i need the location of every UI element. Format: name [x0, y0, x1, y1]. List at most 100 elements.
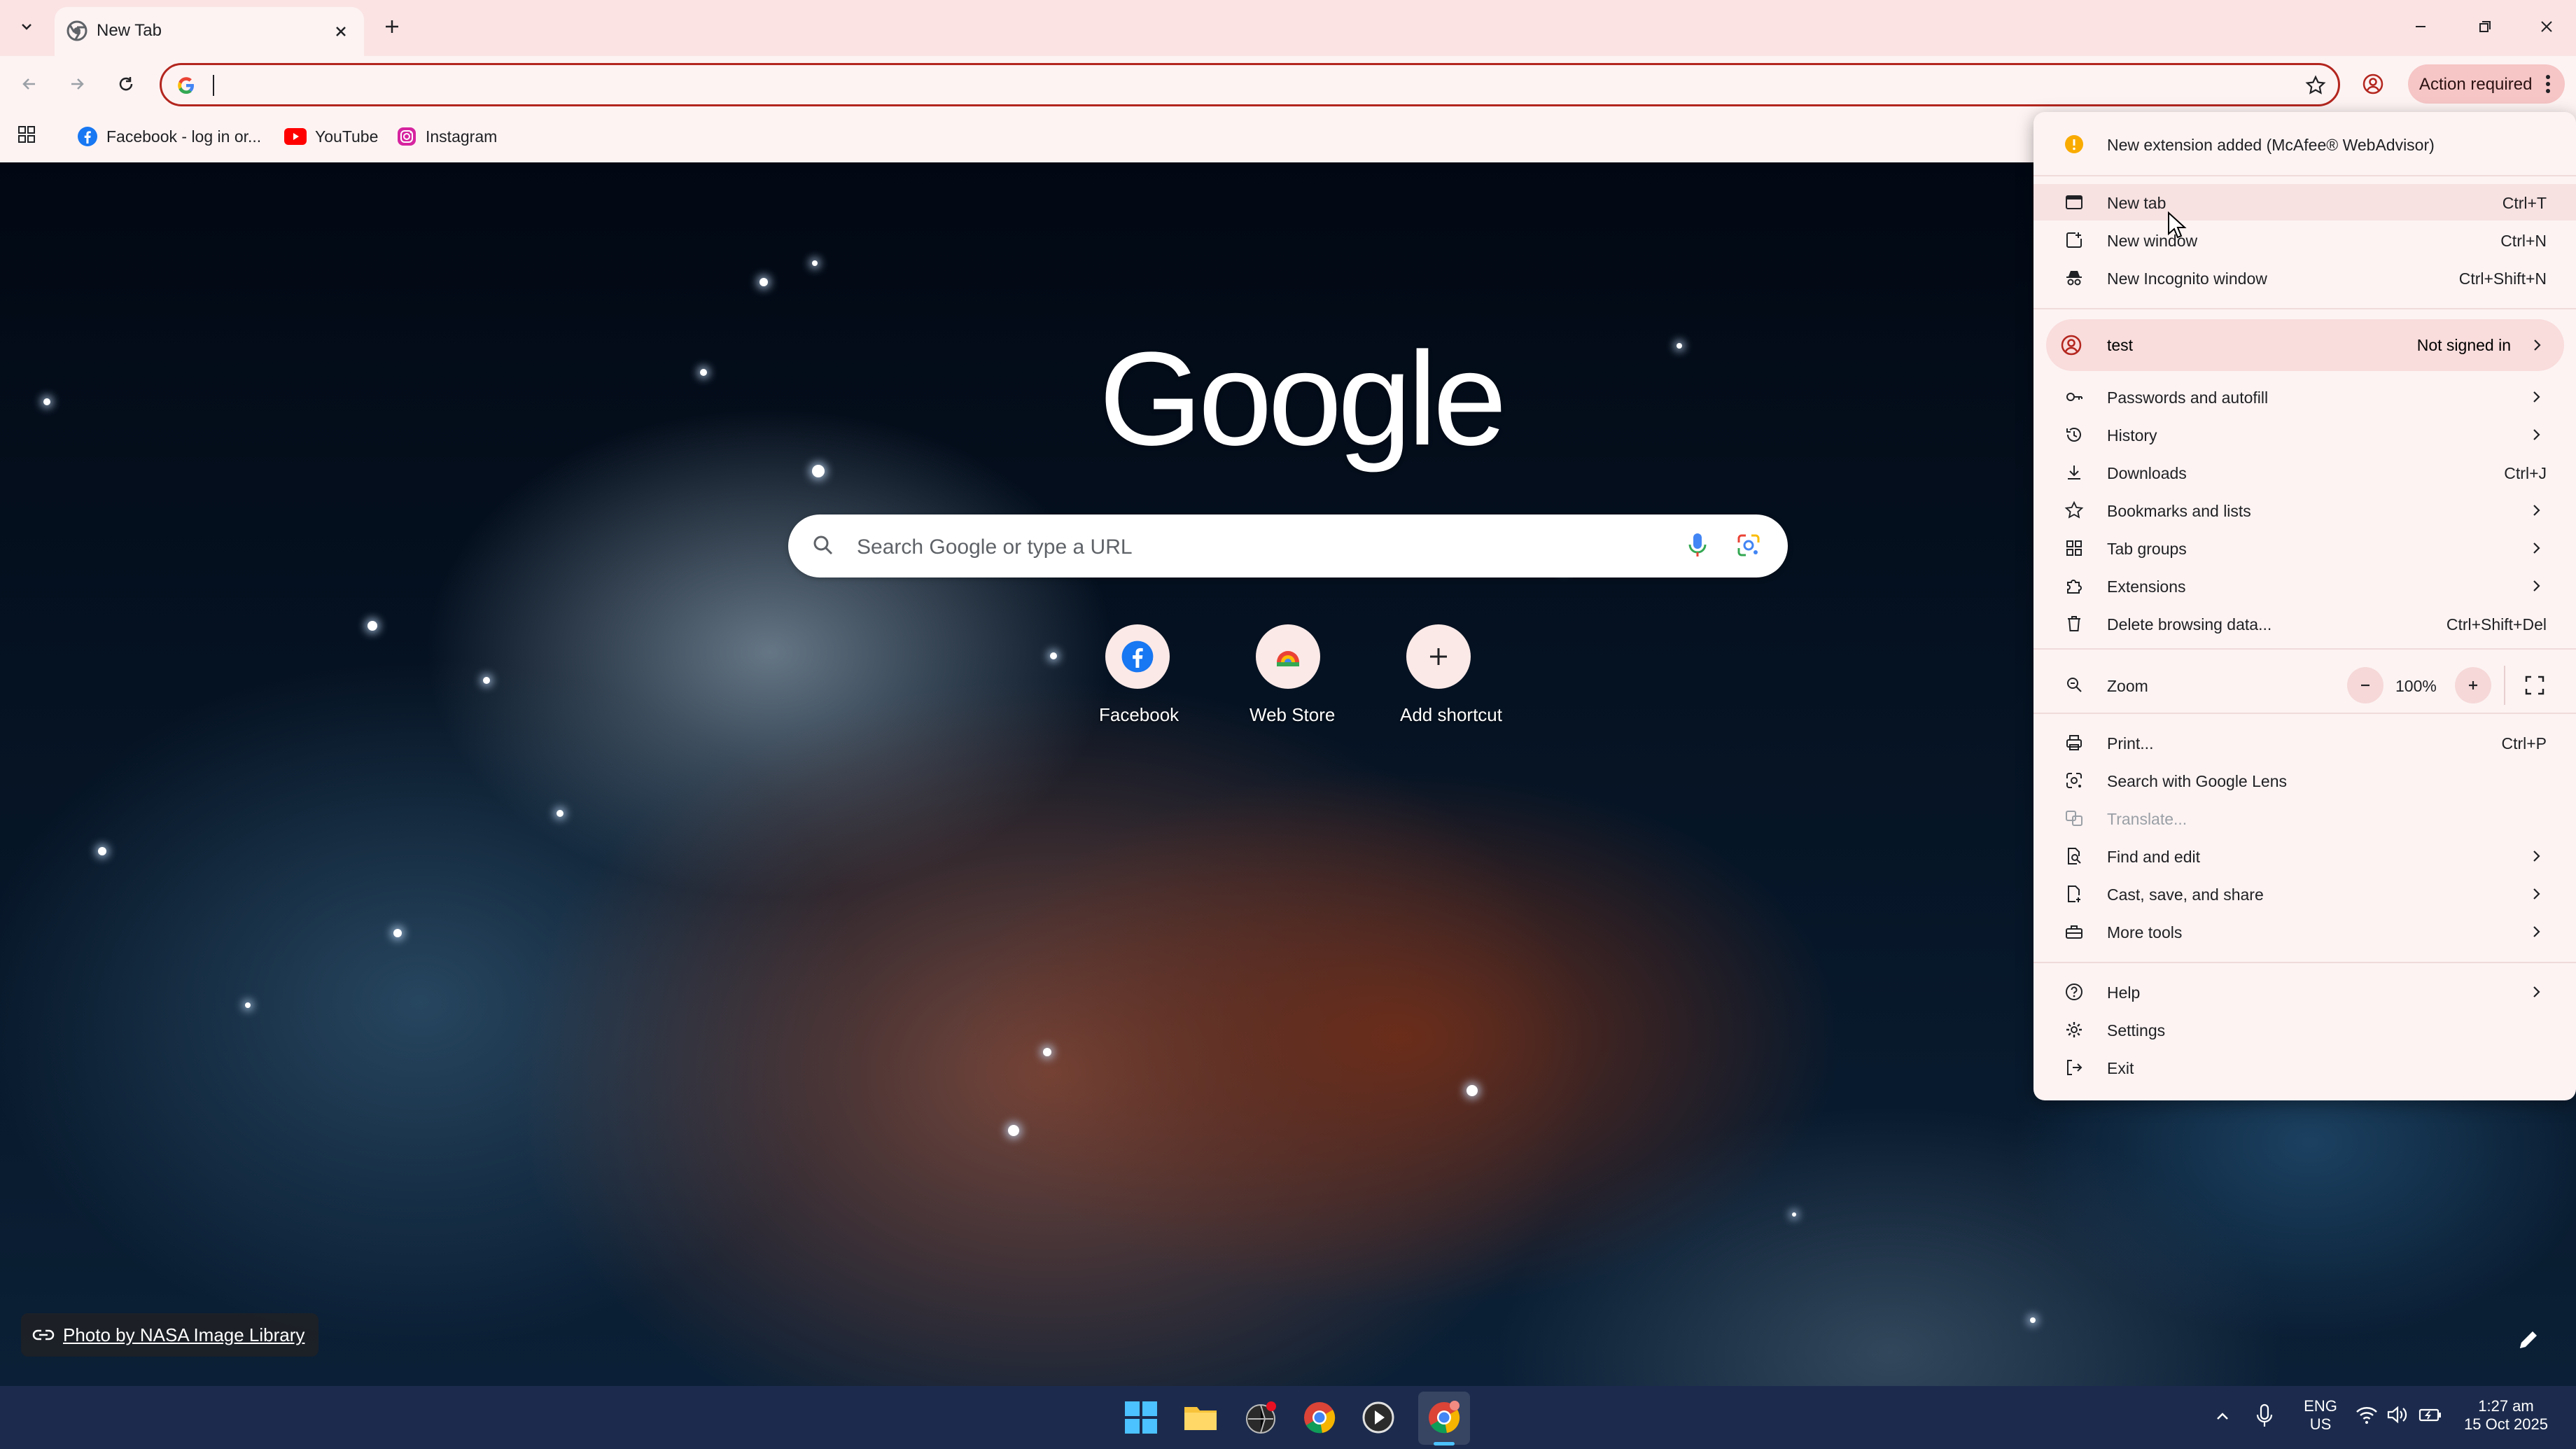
close-window-icon[interactable]: [2533, 13, 2561, 41]
web-store-icon: [1256, 624, 1320, 689]
chevron-right-icon: [2530, 923, 2544, 941]
minimize-icon[interactable]: [2407, 13, 2435, 41]
menu-item-more-tools[interactable]: More tools: [2033, 913, 2576, 950]
star: [1466, 1085, 1478, 1096]
menu-item-profile[interactable]: test Not signed in: [2046, 319, 2564, 371]
clock-time: 1:27 am: [2478, 1397, 2534, 1415]
bookmark-instagram[interactable]: Instagram: [396, 120, 497, 153]
shortcut-label: Add shortcut: [1400, 704, 1502, 725]
customize-pencil-icon[interactable]: [2506, 1320, 2548, 1362]
star: [812, 260, 818, 266]
star: [760, 278, 768, 286]
menu-item-extensions[interactable]: Extensions: [2033, 568, 2576, 604]
address-bar[interactable]: [160, 63, 2340, 106]
shortcut-label: Facebook: [1099, 704, 1180, 725]
restore-icon[interactable]: [2471, 13, 2499, 41]
battery-icon[interactable]: [2418, 1404, 2443, 1425]
menu-item-delete-data[interactable]: Delete browsing data... Ctrl+Shift+Del: [2033, 606, 2576, 642]
chrome-taskbar-icon[interactable]: [1301, 1399, 1338, 1436]
menu-item-extension-notice[interactable]: New extension added (McAfee® WebAdvisor): [2033, 126, 2576, 162]
microphone-icon[interactable]: [2254, 1403, 2275, 1429]
fullscreen-icon[interactable]: [2524, 674, 2546, 696]
warning-icon: [2064, 134, 2084, 154]
trash-icon: [2064, 614, 2084, 634]
file-explorer-icon[interactable]: [1182, 1399, 1219, 1436]
translate-icon: [2064, 808, 2084, 828]
menu-item-new-incognito[interactable]: New Incognito window Ctrl+Shift+N: [2033, 260, 2576, 296]
tab-new-tab[interactable]: New Tab: [55, 7, 364, 56]
zoom-out-button[interactable]: [2347, 667, 2384, 704]
menu-item-cast-save-share[interactable]: Cast, save, and share: [2033, 876, 2576, 912]
menu-item-new-window[interactable]: New window Ctrl+N: [2033, 222, 2576, 258]
menu-item-bookmarks[interactable]: Bookmarks and lists: [2033, 492, 2576, 528]
tab-search-chevron-icon[interactable]: [13, 13, 41, 41]
action-required-button[interactable]: Action required: [2408, 64, 2565, 104]
language-indicator[interactable]: ENG US: [2299, 1397, 2342, 1434]
tray-chevron-up-icon[interactable]: [2212, 1406, 2233, 1427]
facebook-icon: [77, 126, 98, 147]
profile-icon: [2060, 334, 2082, 356]
menu-item-google-lens[interactable]: Search with Google Lens: [2033, 762, 2576, 799]
photo-credit-link[interactable]: Photo by NASA Image Library: [21, 1313, 319, 1357]
shortcut-add[interactable]: Add shortcut: [1400, 624, 1502, 726]
back-arrow-icon[interactable]: [15, 70, 43, 98]
bookmark-facebook[interactable]: Facebook - log in or...: [77, 120, 261, 153]
menu-divider: [2033, 713, 2576, 714]
chevron-right-icon: [2530, 336, 2543, 354]
menu-item-help[interactable]: Help: [2033, 974, 2576, 1010]
chevron-right-icon: [2530, 388, 2544, 406]
profile-avatar-icon[interactable]: [2359, 70, 2387, 98]
chevron-right-icon: [2530, 501, 2544, 519]
chevron-right-icon: [2530, 426, 2544, 444]
bookmark-label: Instagram: [426, 127, 498, 146]
apps-grid-icon[interactable]: [13, 120, 41, 148]
chrome-active-taskbar-icon[interactable]: [1425, 1399, 1463, 1436]
tab-close-icon[interactable]: [330, 21, 351, 42]
menu-item-find-edit[interactable]: Find and edit: [2033, 838, 2576, 874]
puzzle-icon: [2064, 576, 2084, 596]
ntp-search-box[interactable]: Search Google or type a URL: [788, 514, 1788, 578]
star-icon: [2064, 500, 2084, 520]
search-icon: [812, 534, 834, 556]
windows-start-icon[interactable]: [1122, 1399, 1160, 1436]
download-icon: [2064, 463, 2084, 482]
shortcut-web-store[interactable]: Web Store: [1250, 624, 1335, 726]
menu-item-history[interactable]: History: [2033, 416, 2576, 453]
menu-item-tab-groups[interactable]: Tab groups: [2033, 530, 2576, 566]
clock[interactable]: 1:27 am 15 Oct 2025: [2450, 1397, 2562, 1434]
zoom-in-button[interactable]: [2455, 667, 2491, 704]
help-icon: [2064, 982, 2084, 1002]
voice-search-mic-icon[interactable]: [1687, 531, 1708, 559]
google-lens-icon[interactable]: [1736, 533, 1761, 558]
new-tab-plus-icon[interactable]: [378, 13, 406, 41]
volume-icon[interactable]: [2386, 1404, 2408, 1425]
menu-item-downloads[interactable]: Downloads Ctrl+J: [2033, 454, 2576, 491]
app-aperture-icon[interactable]: [1242, 1399, 1280, 1436]
menu-item-translate[interactable]: Translate...: [2033, 800, 2576, 836]
link-icon: [32, 1324, 55, 1345]
shortcut-facebook[interactable]: Facebook: [1099, 624, 1180, 726]
star: [483, 677, 490, 684]
forward-arrow-icon[interactable]: [63, 70, 91, 98]
menu-item-passwords[interactable]: Passwords and autofill: [2033, 379, 2576, 415]
menu-item-settings[interactable]: Settings: [2033, 1011, 2576, 1048]
tab-groups-icon: [2064, 538, 2084, 558]
text-caret: [213, 75, 214, 96]
media-player-icon[interactable]: [1359, 1399, 1397, 1436]
bookmark-star-icon[interactable]: [2305, 75, 2326, 96]
star: [1043, 1048, 1051, 1056]
toolbox-icon: [2064, 922, 2084, 941]
taskbar: [0, 1386, 2576, 1449]
menu-item-new-tab[interactable]: New tab Ctrl+T: [2033, 184, 2576, 220]
youtube-icon: [284, 128, 307, 145]
menu-divider: [2033, 962, 2576, 963]
star: [245, 1002, 251, 1008]
menu-item-print[interactable]: Print... Ctrl+P: [2033, 724, 2576, 761]
reload-icon[interactable]: [112, 70, 140, 98]
star: [700, 369, 707, 376]
menu-item-exit[interactable]: Exit: [2033, 1049, 2576, 1086]
star: [1792, 1212, 1796, 1217]
star: [812, 465, 825, 477]
wifi-icon[interactable]: [2355, 1404, 2379, 1425]
bookmark-youtube[interactable]: YouTube: [284, 120, 378, 153]
